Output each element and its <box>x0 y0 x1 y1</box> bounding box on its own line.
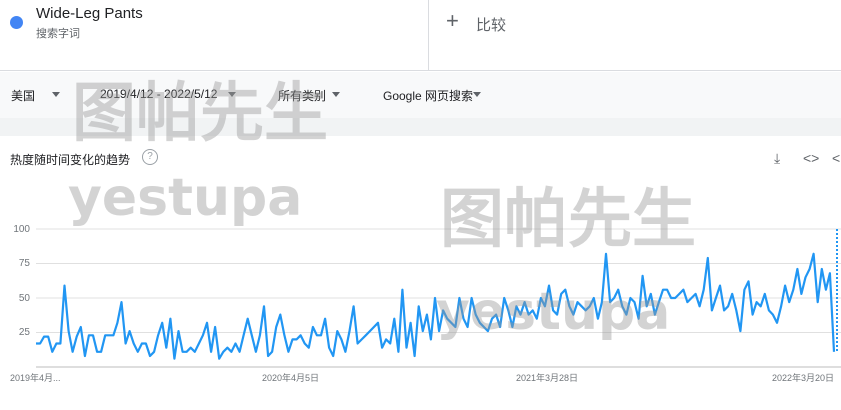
series-line <box>36 252 836 360</box>
y-tick-label: 25 <box>18 327 30 338</box>
section-gap <box>0 118 841 136</box>
category-chevron-down-icon[interactable] <box>332 92 340 97</box>
date-range-select[interactable]: 2019/4/12 - 2022/5/12 <box>100 87 217 101</box>
x-tick-label: 2019年4月... <box>10 373 61 383</box>
y-tick-label: 100 <box>13 224 30 235</box>
search-type-select[interactable]: Google 网页搜索 <box>383 87 473 104</box>
search-term-name[interactable]: Wide-Leg Pants <box>36 5 143 22</box>
y-tick-label: 50 <box>18 293 30 304</box>
region-select[interactable]: 美国 <box>11 87 35 104</box>
plus-icon[interactable]: + <box>446 9 459 33</box>
y-tick-label: 75 <box>18 258 30 269</box>
trend-chart <box>36 228 841 368</box>
header-divider <box>428 0 429 70</box>
compare-button[interactable]: 比较 <box>476 14 506 35</box>
search-type-chevron-down-icon[interactable] <box>473 92 481 97</box>
date-chevron-down-icon[interactable] <box>228 92 236 97</box>
series-color-dot <box>10 16 23 29</box>
category-select[interactable]: 所有类别 <box>278 87 326 104</box>
region-chevron-down-icon[interactable] <box>52 92 60 97</box>
x-tick-label: 2020年4月5日 <box>262 373 320 383</box>
search-term-type: 搜索字词 <box>36 28 80 40</box>
x-tick-label: 2021年3月28日 <box>516 373 579 383</box>
x-tick-label: 2022年3月20日 <box>772 373 835 383</box>
